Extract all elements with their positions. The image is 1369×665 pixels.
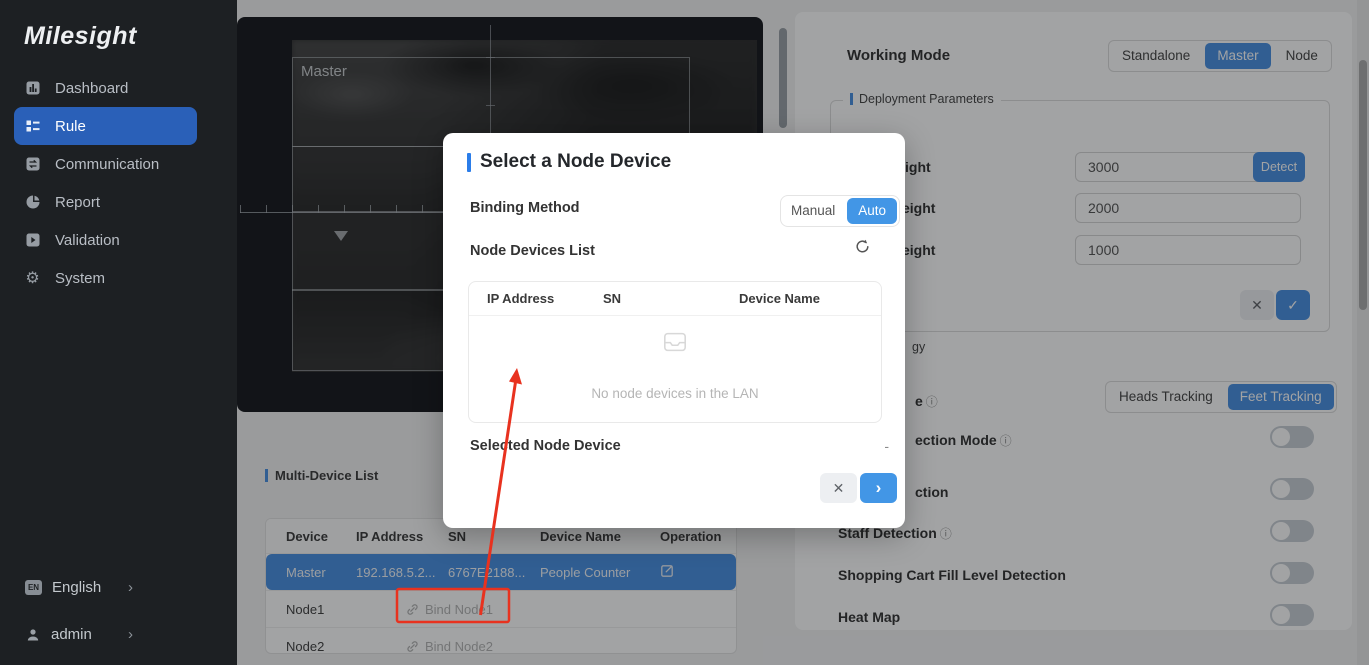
sidebar-item-validation[interactable]: Validation [0,221,237,259]
sidebar-item-label: Dashboard [55,80,128,97]
user-menu[interactable]: admin › [25,626,215,643]
sidebar-item-dashboard[interactable]: Dashboard [0,69,237,107]
col-sn: SN [603,291,739,306]
sidebar-item-label: Communication [55,156,159,173]
binding-method-label: Binding Method [470,200,580,216]
gear-icon: ⚙ [24,270,41,287]
chevron-right-icon: › [128,626,133,643]
sidebar-item-label: Rule [55,118,86,135]
milesight-logo: Milesight [24,22,137,51]
sidebar-nav: Dashboard Rule Communication Report [0,69,237,297]
user-icon [25,627,41,643]
sidebar-item-label: System [55,270,105,287]
empty-state: No node devices in the LAN [469,315,881,401]
report-icon [24,194,41,211]
chevron-right-icon: › [128,579,133,596]
node-table-header: IP Address SN Device Name [469,282,881,316]
rule-icon [24,118,41,135]
sidebar-item-label: Report [55,194,100,211]
app-window: Milesight Dashboard Rule Communication [0,0,1369,665]
user-label: admin [51,626,92,643]
language-icon: EN [25,580,42,595]
col-device-name: Device Name [739,291,820,306]
communication-icon [24,156,41,173]
sidebar-item-rule[interactable]: Rule [14,107,197,145]
selected-node-device-value: - [884,438,889,454]
node-devices-table: IP Address SN Device Name No node device… [468,281,882,423]
dialog-cancel-button[interactable]: ✕ [820,473,857,503]
empty-state-text: No node devices in the LAN [469,386,881,401]
dashboard-icon [24,80,41,97]
language-selector[interactable]: EN English › [25,579,215,596]
sidebar-item-communication[interactable]: Communication [0,145,237,183]
sidebar-item-report[interactable]: Report [0,183,237,221]
node-devices-list-label: Node Devices List [470,243,595,259]
language-label: English [52,579,101,596]
title-text: Select a Node Device [480,151,671,173]
title-accent-bar [467,153,471,172]
validation-icon [24,232,41,249]
binding-auto-option[interactable]: Auto [847,198,897,224]
dialog-title: Select a Node Device [467,151,671,173]
sidebar-item-system[interactable]: ⚙ System [0,259,237,297]
refresh-icon[interactable] [854,238,871,260]
col-ip-address: IP Address [469,291,603,306]
selected-node-device-label: Selected Node Device [470,438,621,454]
select-node-device-dialog: Select a Node Device Binding Method Manu… [443,133,905,528]
sidebar-item-label: Validation [55,232,120,249]
empty-inbox-icon [469,331,881,358]
binding-manual-option[interactable]: Manual [781,197,845,225]
binding-method-switch: Manual Auto [780,195,900,227]
sidebar: Milesight Dashboard Rule Communication [0,0,237,665]
dialog-next-button[interactable]: › [860,473,897,503]
